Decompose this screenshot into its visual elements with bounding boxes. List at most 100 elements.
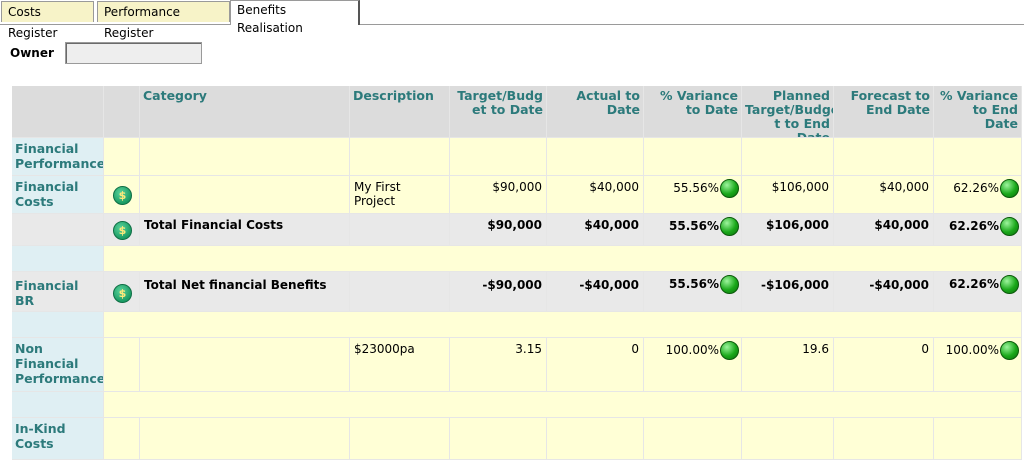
empty-cell	[450, 418, 547, 460]
forecast-cell: 0	[834, 338, 934, 392]
tab-costs-register[interactable]: Costs Register	[1, 1, 94, 40]
variance-value: 100.00%	[665, 343, 719, 357]
header-category[interactable]: Category	[140, 86, 350, 138]
variance-date-cell: 55.56%	[644, 272, 742, 312]
green-status-icon	[1000, 179, 1019, 198]
empty-cell	[350, 418, 450, 460]
empty-cell	[104, 246, 1022, 272]
row-label-in-kind-costs: In-Kind Costs	[12, 418, 104, 460]
row-label-financial-br: Financial BR	[12, 272, 104, 312]
table-row: Financial BR $ Total Net financial Benef…	[12, 272, 1022, 312]
header-target-to-date[interactable]: Target/Budg et to Date	[450, 86, 547, 138]
actual-cell: -$40,000	[547, 272, 644, 312]
green-status-icon	[720, 179, 739, 198]
category-cell	[140, 176, 350, 214]
variance-value: 62.26%	[953, 181, 999, 195]
variance-value: 100.00%	[945, 343, 999, 357]
empty-cell	[12, 312, 104, 338]
empty-cell	[12, 246, 104, 272]
forecast-cell: -$40,000	[834, 272, 934, 312]
empty-cell	[104, 392, 1022, 418]
table-row: $ Total Financial Costs $90,000 $40,000 …	[12, 214, 1022, 246]
category-cell: Total Net financial Benefits	[140, 272, 350, 312]
empty-cell	[12, 214, 104, 246]
green-status-icon	[720, 217, 739, 236]
row-label-financial-performance: Financial Performance	[12, 138, 104, 176]
variance-date-cell: 100.00%	[644, 338, 742, 392]
empty-cell	[934, 418, 1022, 460]
dollar-icon[interactable]: $	[113, 186, 132, 205]
planned-cell: 19.6	[742, 338, 834, 392]
header-blank	[12, 86, 104, 138]
header-forecast-to-end[interactable]: Forecast to End Date	[834, 86, 934, 138]
variance-value: 62.26%	[949, 219, 999, 233]
planned-cell: -$106,000	[742, 272, 834, 312]
header-variance-to-date[interactable]: % Variance to Date	[644, 86, 742, 138]
icon-cell: $	[104, 214, 140, 246]
category-cell	[140, 338, 350, 392]
variance-end-cell: 62.26%	[934, 176, 1022, 214]
green-status-icon	[1000, 341, 1019, 360]
empty-cell	[742, 138, 834, 176]
tab-performance-register[interactable]: Performance Register	[97, 1, 230, 40]
empty-cell	[350, 214, 450, 246]
planned-cell: $106,000	[742, 214, 834, 246]
table-row: Financial Performance	[12, 138, 1022, 176]
variance-value: 55.56%	[669, 277, 719, 291]
empty-cell	[12, 392, 104, 418]
target-cell: $90,000	[450, 214, 547, 246]
empty-cell	[104, 138, 140, 176]
icon-cell: $	[104, 272, 140, 312]
empty-cell	[104, 312, 1022, 338]
empty-cell	[140, 418, 350, 460]
description-cell: $23000pa	[350, 338, 450, 392]
empty-cell	[834, 138, 934, 176]
dollar-icon[interactable]: $	[113, 284, 132, 303]
forecast-cell: $40,000	[834, 176, 934, 214]
actual-cell: 0	[547, 338, 644, 392]
tab-bar: Costs Register Performance Register Bene…	[0, 0, 1024, 40]
description-cell: My First Project	[350, 176, 450, 214]
dollar-icon[interactable]: $	[113, 221, 132, 240]
green-status-icon	[720, 275, 739, 294]
green-status-icon	[720, 341, 739, 360]
empty-cell	[644, 138, 742, 176]
green-status-icon	[1000, 217, 1019, 236]
empty-cell	[547, 138, 644, 176]
header-variance-to-end[interactable]: % Variance to End Date	[934, 86, 1022, 138]
target-cell: -$90,000	[450, 272, 547, 312]
spacer-row	[12, 392, 1022, 418]
actual-cell: $40,000	[547, 176, 644, 214]
variance-value: 55.56%	[669, 219, 719, 233]
variance-date-cell: 55.56%	[644, 176, 742, 214]
header-row: Category Description Target/Budg et to D…	[12, 86, 1022, 138]
green-status-icon	[1000, 275, 1019, 294]
empty-cell	[547, 418, 644, 460]
table-row: In-Kind Costs	[12, 418, 1022, 460]
variance-value: 62.26%	[949, 277, 999, 291]
table-row: Non Financial Performance $23000pa 3.15 …	[12, 338, 1022, 392]
row-label-non-financial-performance: Non Financial Performance	[12, 338, 104, 392]
row-label-financial-costs: Financial Costs	[12, 176, 104, 214]
empty-cell	[834, 418, 934, 460]
header-planned-to-end[interactable]: Planned Target/Budge t to End Date	[742, 86, 834, 138]
header-icon-col	[104, 86, 140, 138]
table-row: Financial Costs $ My First Project $90,0…	[12, 176, 1022, 214]
empty-cell	[350, 272, 450, 312]
variance-value: 55.56%	[673, 181, 719, 195]
tab-benefits-realisation[interactable]: Benefits Realisation	[230, 0, 360, 35]
empty-cell	[104, 338, 140, 392]
empty-cell	[350, 138, 450, 176]
owner-input[interactable]	[65, 42, 202, 64]
spacer-row	[12, 312, 1022, 338]
planned-cell: $106,000	[742, 176, 834, 214]
empty-cell	[450, 138, 547, 176]
owner-label: Owner	[10, 46, 54, 60]
category-cell: Total Financial Costs	[140, 214, 350, 246]
variance-end-cell: 62.26%	[934, 214, 1022, 246]
empty-cell	[140, 138, 350, 176]
spacer-row	[12, 246, 1022, 272]
header-actual-to-date[interactable]: Actual to Date	[547, 86, 644, 138]
header-description[interactable]: Description	[350, 86, 450, 138]
variance-end-cell: 62.26%	[934, 272, 1022, 312]
